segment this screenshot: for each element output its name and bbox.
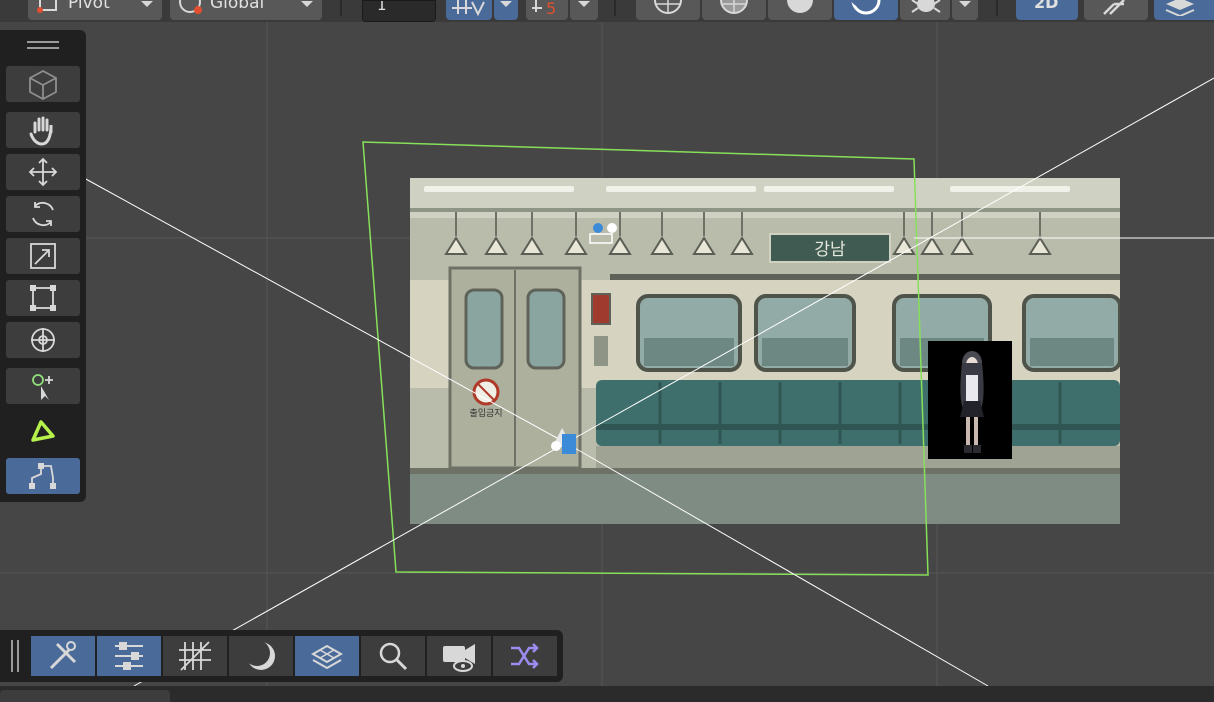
drag-handle-icon[interactable] bbox=[27, 40, 59, 50]
triangle-tool-button[interactable] bbox=[6, 412, 80, 448]
tools-overlay-icon bbox=[49, 641, 77, 670]
shuffle-overlay-button[interactable] bbox=[493, 636, 557, 676]
path-tool-icon bbox=[29, 463, 56, 489]
custom-tool-button[interactable] bbox=[6, 368, 80, 404]
path-tool-button[interactable] bbox=[6, 458, 80, 494]
move-tool-button[interactable] bbox=[6, 154, 80, 190]
camera-overlay-button[interactable] bbox=[427, 636, 491, 676]
hand-tool-icon bbox=[29, 116, 53, 146]
transform-tool-button[interactable] bbox=[6, 322, 80, 358]
scene-tools-panel bbox=[0, 30, 86, 502]
shading-overlay-button[interactable] bbox=[229, 636, 293, 676]
camera-gizmo-icon[interactable] bbox=[551, 428, 576, 454]
bottom-status-strip bbox=[0, 686, 1214, 702]
tools-overlay-button[interactable] bbox=[31, 636, 95, 676]
transform-tool-icon bbox=[31, 328, 55, 352]
drag-handle-icon[interactable] bbox=[10, 640, 20, 672]
settings-overlay-button[interactable] bbox=[97, 636, 161, 676]
triangle-tool-icon bbox=[31, 420, 55, 442]
scale-tool-button[interactable] bbox=[6, 238, 80, 274]
audio-source-icon[interactable] bbox=[589, 223, 617, 244]
rect-tool-button[interactable] bbox=[6, 280, 80, 316]
search-overlay-button[interactable] bbox=[361, 636, 425, 676]
grid-overlay-button[interactable] bbox=[163, 636, 227, 676]
rotate-tool-button[interactable] bbox=[6, 196, 80, 232]
grid-overlay-icon bbox=[179, 641, 211, 671]
view-cube-button[interactable] bbox=[6, 66, 80, 102]
shading-overlay-icon bbox=[244, 640, 275, 670]
shuffle-overlay-icon bbox=[511, 643, 539, 669]
move-tool-icon bbox=[28, 157, 58, 187]
rect-tool-icon bbox=[30, 285, 56, 311]
camera-gizmo-overlay bbox=[83, 77, 1214, 687]
camera-overlay-icon bbox=[443, 644, 475, 672]
search-overlay-icon bbox=[379, 642, 408, 671]
overlay-toolbar bbox=[0, 630, 563, 682]
bottom-tab[interactable] bbox=[0, 690, 170, 702]
rotate-tool-icon bbox=[32, 201, 54, 227]
hand-tool-button[interactable] bbox=[6, 112, 80, 148]
settings-overlay-icon bbox=[115, 642, 143, 670]
scale-tool-icon bbox=[30, 243, 56, 269]
custom-tool-icon bbox=[32, 374, 53, 400]
layers-overlay-button[interactable] bbox=[295, 636, 359, 676]
layers-overlay-icon bbox=[310, 644, 344, 670]
view-cube-icon bbox=[29, 69, 57, 100]
